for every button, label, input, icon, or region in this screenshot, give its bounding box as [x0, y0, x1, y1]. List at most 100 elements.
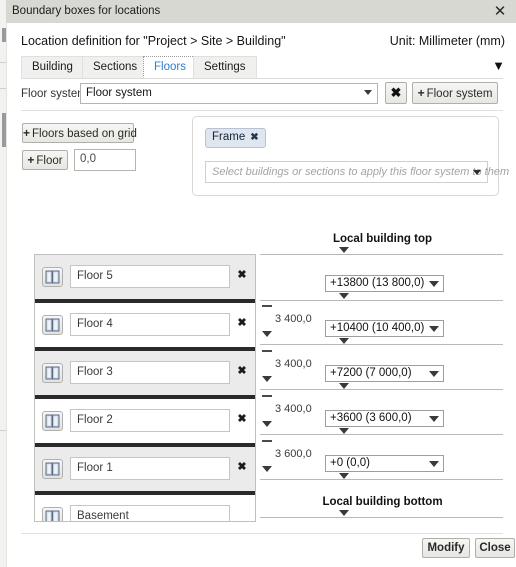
plus-icon: + [417, 86, 425, 100]
floor-name-input[interactable]: Floor 3 [70, 361, 230, 384]
remove-tag-icon[interactable]: ✖ [250, 132, 258, 143]
floor-name-value: Basement [77, 510, 129, 522]
location-definition-title: Location definition for "Project > Site … [21, 34, 286, 48]
delete-floor-icon[interactable]: ✖ [235, 461, 249, 475]
elevation-value-2: +7200 (7 000,0) [330, 367, 412, 379]
floor-name-input[interactable]: Floor 5 [70, 265, 230, 288]
elevation-select-4[interactable]: +0 (0,0) [325, 455, 444, 472]
dimension-label-0: 3 400,0 [275, 313, 312, 325]
elevation-line-bottom [260, 517, 503, 518]
elevation-select-2[interactable]: +7200 (7 000,0) [325, 365, 444, 382]
apply-targets-select[interactable]: Select buildings or sections to apply th… [205, 161, 509, 183]
elevation-line-2 [260, 389, 503, 390]
dimension-tick-top-0 [262, 305, 272, 307]
chevron-down-icon [364, 90, 372, 95]
dimension-arrow-0 [262, 331, 272, 337]
dimension-label-3: 3 600,0 [275, 448, 312, 460]
elevation-line-0 [260, 300, 503, 301]
dimension-tick-top-3 [262, 440, 272, 442]
dimension-label-1: 3 400,0 [275, 358, 312, 370]
floors-list[interactable]: Floor 5 ✖ Floor 4 ✖ Floor 3 ✖ Floor 2 ✖ … [34, 254, 256, 522]
table-row[interactable]: Floor 5 ✖ [35, 255, 255, 299]
floor-icon [42, 411, 63, 431]
dialog-window: Boundary boxes for locations ✕ Location … [6, 0, 516, 567]
floor-name-value: Floor 5 [77, 270, 113, 282]
table-row[interactable]: Floor 3 ✖ [35, 351, 255, 395]
caret-down-icon [339, 510, 349, 516]
delete-floor-system-button[interactable]: ✖ [385, 82, 407, 104]
table-row[interactable]: Floor 2 ✖ [35, 399, 255, 443]
add-floor-button[interactable]: + Floor [22, 150, 68, 170]
floor-system-label: Floor system [21, 88, 87, 100]
title-bar: Boundary boxes for locations ✕ [6, 0, 516, 24]
elevation-value-0: +13800 (13 800,0) [330, 277, 425, 289]
dimension-arrow-3 [262, 466, 272, 472]
elevation-diagram: Local building top +13800 (13 800,0) 3 4… [260, 231, 505, 531]
floor-icon [42, 315, 63, 335]
tab-sections[interactable]: Sections [82, 56, 149, 78]
elevation-line-3 [260, 434, 503, 435]
elevation-select-1[interactable]: +10400 (10 400,0) [325, 320, 444, 337]
add-floor-system-label: Floor system [426, 88, 493, 100]
tab-floors[interactable]: Floors [143, 56, 197, 78]
local-building-top-label: Local building top [332, 233, 432, 245]
floor-name-input[interactable]: Floor 4 [70, 313, 230, 336]
modify-button[interactable]: Modify [422, 538, 470, 558]
add-floors-grid-label: Floors based on grid [32, 128, 137, 140]
delete-floor-icon[interactable]: ✖ [235, 413, 249, 427]
elevation-select-3[interactable]: +3600 (3 600,0) [325, 410, 444, 427]
elevation-value-1: +10400 (10 400,0) [330, 322, 425, 334]
section-divider [21, 110, 503, 111]
elevation-line-1 [260, 344, 503, 345]
target-tag-frame[interactable]: Frame ✖ [205, 128, 266, 148]
unit-label: Unit: Millimeter (mm) [389, 34, 505, 48]
add-floor-system-button[interactable]: + Floor system [412, 82, 498, 104]
dimension-arrow-2 [262, 421, 272, 427]
caret-down-icon [339, 293, 349, 299]
tab-bar: Building Sections Floors Settings ▼ [7, 56, 516, 79]
elevation-line-4 [260, 479, 503, 480]
table-row[interactable]: Floor 1 ✖ [35, 447, 255, 491]
dimension-label-2: 3 400,0 [275, 403, 312, 415]
floor-name-value: Floor 2 [77, 414, 113, 426]
floor-name-value: Floor 3 [77, 366, 113, 378]
elevation-select-0[interactable]: +13800 (13 800,0) [325, 275, 444, 292]
chevron-down-icon [429, 371, 439, 377]
add-floor-label: Floor [36, 155, 63, 167]
chevron-down-icon [473, 170, 481, 175]
local-building-bottom-label: Local building bottom [322, 496, 443, 508]
floor-icon [42, 363, 63, 383]
floor-icon [42, 459, 63, 479]
floor-system-select[interactable]: Floor system [80, 83, 378, 104]
plus-icon: + [23, 126, 31, 140]
tab-building[interactable]: Building [21, 56, 84, 78]
floor-name-input[interactable]: Floor 2 [70, 409, 230, 432]
delete-floor-icon[interactable]: ✖ [235, 365, 249, 379]
footer-divider [21, 533, 503, 534]
chevron-down-icon [429, 281, 439, 287]
apply-targets-panel: Frame ✖ Select buildings or sections to a… [192, 116, 509, 196]
floor-name-value: Floor 4 [77, 318, 113, 330]
floor-name-input[interactable]: Basement [70, 505, 230, 522]
dialog-body: Location definition for "Project > Site … [6, 23, 516, 567]
dimension-tick-top-2 [262, 395, 272, 397]
close-button[interactable]: Close [475, 538, 515, 558]
close-icon[interactable]: ✕ [490, 2, 510, 21]
caret-down-icon [339, 247, 349, 253]
dimension-arrow-1 [262, 376, 272, 382]
delete-floor-icon[interactable]: ✖ [235, 269, 249, 283]
elevation-value-4: +0 (0,0) [330, 457, 370, 469]
close-icon: ✖ [390, 85, 402, 100]
window-title: Boundary boxes for locations [12, 5, 161, 17]
floor-offset-value: 0,0 [80, 153, 96, 165]
chevron-down-icon [429, 461, 439, 467]
tab-settings[interactable]: Settings [193, 56, 257, 78]
delete-floor-icon[interactable]: ✖ [235, 317, 249, 331]
floor-name-input[interactable]: Floor 1 [70, 457, 230, 480]
floor-icon [42, 507, 63, 521]
floor-offset-input[interactable]: 0,0 [74, 149, 136, 171]
add-floors-based-on-grid-button[interactable]: + Floors based on grid [22, 123, 137, 143]
table-row[interactable]: Floor 4 ✖ [35, 303, 255, 347]
chevron-down-icon[interactable]: ▼ [492, 58, 505, 73]
table-row[interactable]: Basement [35, 495, 255, 522]
